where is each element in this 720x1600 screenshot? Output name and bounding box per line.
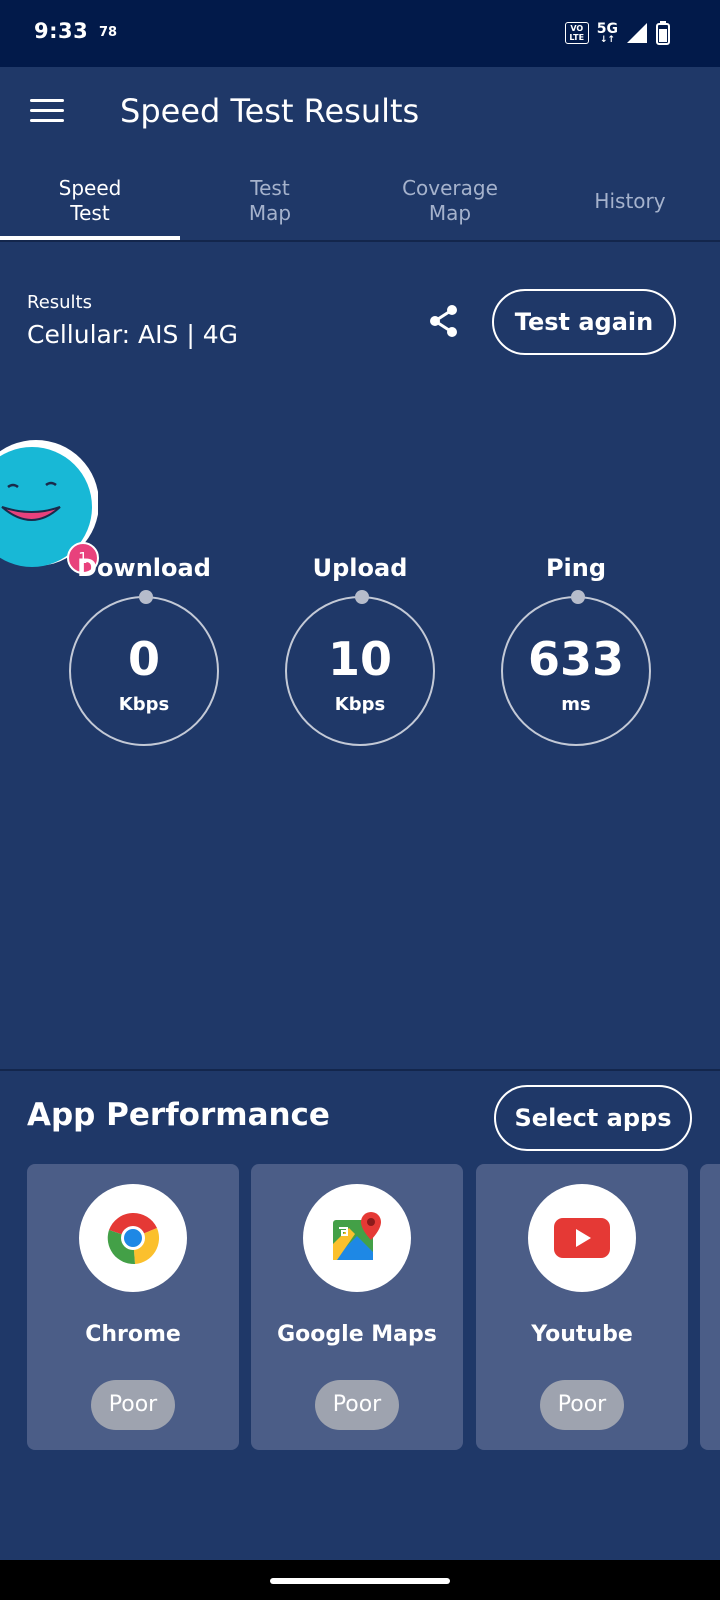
upload-label: Upload [312,554,408,582]
home-gesture-handle[interactable] [270,1578,450,1584]
upload-value: 10 [327,632,392,686]
page-title: Speed Test Results [120,92,420,130]
tab-test-map[interactable]: Test Map [180,170,360,240]
ping-gauge: 633 ms [501,590,651,746]
app-name: Google Maps [277,1322,437,1347]
download-gauge: 0 Kbps [69,590,219,746]
ping-value: 633 [527,632,625,686]
app-card-partial[interactable] [700,1164,720,1450]
network-5g-icon: 5G ↓↑ [596,20,618,45]
youtube-icon [554,1218,610,1258]
ping-label: Ping [545,554,607,582]
upload-gauge: 10 Kbps [285,590,435,746]
notification-count: 78 [99,25,118,40]
download-value: 0 [127,632,160,686]
google-maps-icon [333,1212,381,1260]
ping-unit: ms [561,694,591,715]
signal-icon [627,23,647,43]
ping-metric: Ping 633 ms [501,552,651,746]
tab-bar: Speed Test Test Map Coverage Map History [0,170,720,242]
download-metric: Download 0 Kbps [69,552,219,746]
tab-indicator [0,236,180,240]
app-name: Youtube [531,1322,633,1347]
app-status-badge: Poor [315,1380,399,1430]
connection-info: Cellular: AIS | 4G [27,320,238,349]
app-bar: Speed Test Results [0,67,720,157]
app-status-badge: Poor [91,1380,175,1430]
tab-history[interactable]: History [540,170,720,240]
app-card-google-maps[interactable]: Google Maps Poor [251,1164,463,1450]
section-divider [0,1069,720,1071]
app-status-badge: Poor [540,1380,624,1430]
status-bar: 9:33 78 VO LTE 5G ↓↑ [0,0,720,67]
select-apps-button[interactable]: Select apps [494,1085,692,1151]
app-card-youtube[interactable]: Youtube Poor [476,1164,688,1450]
download-label: Download [77,554,211,582]
app-name: Chrome [85,1322,181,1347]
share-icon[interactable] [428,304,460,338]
download-unit: Kbps [118,694,170,715]
app-card-chrome[interactable]: Chrome Poor [27,1164,239,1450]
status-icons: VO LTE 5G ↓↑ [564,18,670,48]
tab-speed-test[interactable]: Speed Test [0,170,180,240]
chrome-icon [107,1212,160,1265]
app-performance-title: App Performance [27,1097,330,1133]
upload-unit: Kbps [334,694,386,715]
battery-icon [656,21,670,45]
navigation-bar [0,1560,720,1600]
tab-coverage-map[interactable]: Coverage Map [360,170,540,240]
hamburger-menu-icon[interactable] [30,99,64,125]
upload-metric: Upload 10 Kbps [285,552,435,746]
test-again-button[interactable]: Test again [492,289,676,355]
results-label: Results [27,292,92,313]
volte-icon: VO LTE [564,22,589,44]
status-time: 9:33 [34,19,89,43]
